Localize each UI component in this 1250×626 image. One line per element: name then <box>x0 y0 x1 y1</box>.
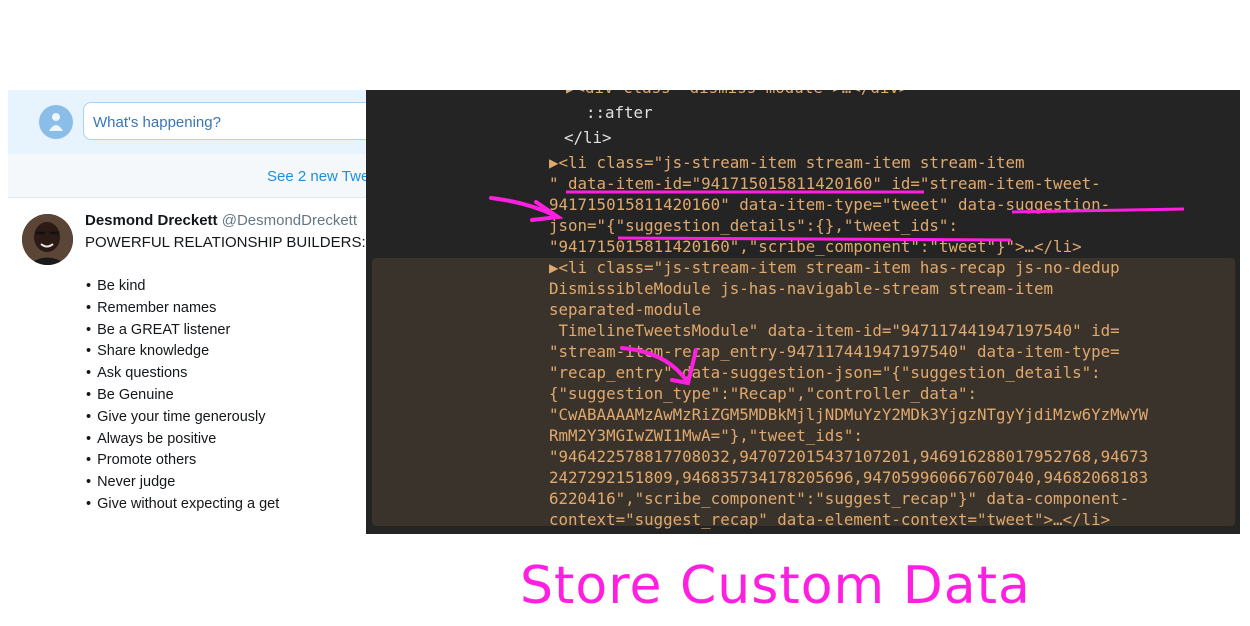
see-new-tweets-link[interactable]: See 2 new Twe <box>267 168 366 185</box>
dom-tree-line[interactable]: {"suggestion_type":"Recap","controller_d… <box>549 384 977 404</box>
devtools-elements-panel: ▶<div class="dismiss-module">…</div>::af… <box>366 90 1240 534</box>
dom-tree-line[interactable]: "stream-item-recap_entry-947117441947197… <box>549 342 1120 362</box>
see-new-tweets-bar[interactable]: See 2 new Twe <box>8 154 366 198</box>
dom-tree-line[interactable]: "946422578817708032,947072015437107201,9… <box>549 447 1148 467</box>
dom-tree-line[interactable]: 6220416","scribe_component":"suggest_rec… <box>549 489 1129 509</box>
dom-tree-line[interactable]: context="suggest_recap" data-element-con… <box>549 510 1110 530</box>
dom-tree-line[interactable]: json="{"suggestion_details":{},"tweet_id… <box>549 216 958 236</box>
user-avatar[interactable] <box>39 105 73 139</box>
dom-tree-line[interactable]: "recap_entry" data-suggestion-json="{"su… <box>549 363 1101 383</box>
dom-tree-line[interactable]: separated-module <box>549 300 701 320</box>
list-item: Give without expecting a get <box>86 494 279 516</box>
dom-tree-line[interactable]: </li> <box>564 128 612 148</box>
tweet-bullet-list: Be kind Remember names Be a GREAT listen… <box>86 276 279 516</box>
dom-tree-line[interactable]: 2427292151809,946835734178205696,9470599… <box>549 468 1148 488</box>
dom-tree-line[interactable]: 941715015811420160" data-item-type="twee… <box>549 195 1110 215</box>
list-item: Be kind <box>86 276 279 298</box>
tweet-author-handle[interactable]: @DesmondDreckett <box>222 212 357 229</box>
author-photo-icon <box>22 214 73 265</box>
compose-tweet-input[interactable]: What's happening? <box>83 102 366 140</box>
compose-bar: What's happening? <box>8 90 366 154</box>
default-avatar-icon <box>49 113 63 131</box>
list-item: Promote others <box>86 450 279 472</box>
list-item: Be Genuine <box>86 385 279 407</box>
list-item: Never judge <box>86 472 279 494</box>
tweet-author-name[interactable]: Desmond Dreckett <box>85 212 218 229</box>
dom-tree-line[interactable]: " data-item-id="941715015811420160" id="… <box>549 174 1101 194</box>
list-item: Ask questions <box>86 363 279 385</box>
list-item: Give your time generously <box>86 407 279 429</box>
dom-tree-line[interactable]: TimelineTweetsModule" data-item-id="9471… <box>549 321 1120 341</box>
list-item: Be a GREAT listener <box>86 320 279 342</box>
dom-tree-line[interactable]: RmM2Y3MGIwZWI1MwA="},"tweet_ids": <box>549 426 863 446</box>
list-item: Always be positive <box>86 429 279 451</box>
dom-tree-line[interactable]: "CwABAAAAMzAwMzRiZGM5MDBkMjljNDMuYzY2MDk… <box>549 405 1148 425</box>
dom-tree-line[interactable]: ::after <box>586 103 653 123</box>
dom-tree-line[interactable]: DismissibleModule js-has-navigable-strea… <box>549 279 1053 299</box>
dom-tree-line[interactable]: "941715015811420160","scribe_component":… <box>549 237 1082 257</box>
caption-title: Store Custom Data <box>520 556 1031 616</box>
list-item: Remember names <box>86 298 279 320</box>
list-item: Share knowledge <box>86 341 279 363</box>
tweet-headline: POWERFUL RELATIONSHIP BUILDERS: <box>85 234 366 251</box>
tweet-author-avatar[interactable] <box>22 214 73 265</box>
dom-tree-line[interactable]: ▶<li class="js-stream-item stream-item h… <box>549 258 1120 278</box>
twitter-timeline-pane: What's happening? See 2 new Twe Desmond … <box>8 90 366 534</box>
dom-tree-line[interactable]: ▶<div class="dismiss-module">…</div> <box>566 90 908 98</box>
tweet-author[interactable]: Desmond Dreckett @DesmondDreckett <box>85 212 357 229</box>
dom-tree-line[interactable]: ▶<li class="js-stream-item stream-item s… <box>549 153 1025 173</box>
